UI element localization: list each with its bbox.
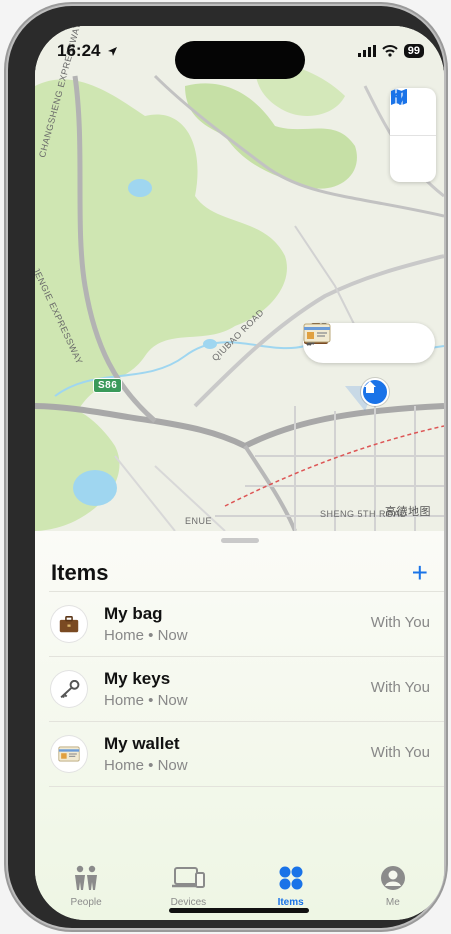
dynamic-island <box>175 41 305 79</box>
route-badge: S86 <box>93 378 123 393</box>
list-item[interactable]: My keys Home • Now With You <box>49 657 444 722</box>
tab-label: Me <box>385 897 400 908</box>
home-pin[interactable] <box>361 378 389 406</box>
item-subtitle: Home • Now <box>104 757 188 774</box>
person-icon <box>380 866 405 890</box>
battery-indicator: 99 <box>403 44 424 58</box>
items-list: My bag Home • Now With You My keys Home … <box>49 591 444 787</box>
tab-label: People <box>70 897 102 908</box>
item-subtitle: Home • Now <box>104 627 188 644</box>
wifi-icon <box>382 45 398 57</box>
map-label-avenue: ENUE <box>185 516 213 526</box>
items-sheet: Items + My bag Home • Now With You My ke… <box>35 531 444 920</box>
sheet-grabber[interactable] <box>221 538 259 543</box>
list-item[interactable]: My wallet Home • Now With You <box>49 722 444 787</box>
sheet-title: Items <box>51 560 109 585</box>
map-view[interactable]: CHANGSHENG EXPRESSWAY JENGIE EXPRESSWAY … <box>35 26 444 531</box>
item-status: With You <box>370 679 430 696</box>
item-subtitle: Home • Now <box>104 692 188 709</box>
item-status: With You <box>370 744 430 761</box>
briefcase-icon <box>51 606 87 642</box>
phone-frame: CHANGSHENG EXPRESSWAY JENGIE EXPRESSWAY … <box>8 6 444 928</box>
map-watermark: 高德地图 <box>385 506 431 518</box>
id-card-icon <box>51 736 87 772</box>
location-arrow-icon <box>391 89 407 105</box>
signal-icon <box>357 45 376 57</box>
item-text: My wallet Home • Now <box>104 734 188 774</box>
key-icon <box>51 671 87 707</box>
item-name: My keys <box>104 669 171 688</box>
items-icon <box>279 866 303 890</box>
locate-button[interactable] <box>390 89 436 183</box>
items-cluster-pin[interactable] <box>303 323 435 363</box>
item-name: My bag <box>104 604 163 623</box>
status-time: 16:24 <box>57 41 118 61</box>
tab-me[interactable]: Me <box>342 853 444 920</box>
tab-label: Devices <box>170 897 207 908</box>
people-icon <box>75 865 98 890</box>
add-item-button[interactable]: + <box>412 559 428 587</box>
location-arrow-icon <box>108 47 118 57</box>
status-right: 99 <box>357 44 424 58</box>
devices-icon <box>172 867 206 888</box>
tab-label: Items <box>277 897 304 908</box>
time-text: 16:24 <box>57 41 101 60</box>
map-graphic <box>35 26 444 531</box>
item-text: My keys Home • Now <box>104 669 188 709</box>
list-item[interactable]: My bag Home • Now With You <box>49 592 444 657</box>
tab-people[interactable]: People <box>35 853 137 920</box>
home-indicator[interactable] <box>169 908 309 913</box>
item-name: My wallet <box>104 734 180 753</box>
item-status: With You <box>370 614 430 631</box>
screen: CHANGSHENG EXPRESSWAY JENGIE EXPRESSWAY … <box>35 26 444 920</box>
map-controls <box>390 88 436 182</box>
sheet-header: Items + <box>51 555 428 591</box>
item-text: My bag Home • Now <box>104 604 188 644</box>
home-icon <box>364 381 376 393</box>
